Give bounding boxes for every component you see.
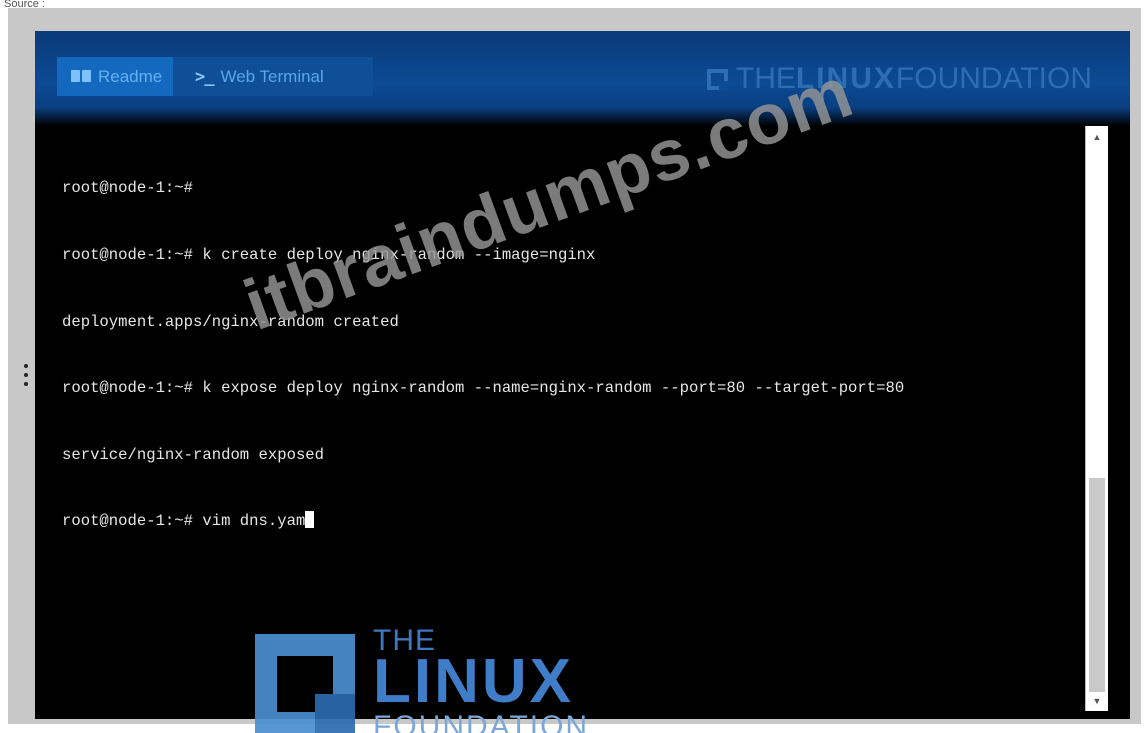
terminal-input-text: root@node-1:~# vim dns.yam [62, 512, 306, 531]
logo-square-icon [255, 634, 355, 733]
resize-handle[interactable] [23, 364, 29, 386]
scroll-thumb[interactable] [1089, 478, 1105, 692]
book-icon [71, 69, 91, 84]
scroll-up-arrow-icon[interactable]: ▲ [1086, 129, 1108, 145]
terminal-current-line[interactable]: root@node-1:~# vim dns.yam [62, 510, 904, 532]
logo-square-icon [706, 68, 728, 90]
terminal-line: service/nginx-random exposed [62, 445, 325, 464]
linux-foundation-watermark-logo: THE LINUX FOUNDATION [255, 628, 655, 733]
terminal-scrollbar[interactable]: ▲ ▼ [1085, 126, 1108, 711]
tab-web-terminal-label: Web Terminal [220, 66, 324, 86]
terminal-line: root@node-1:~# k expose deploy nginx-ran… [62, 379, 905, 398]
exam-app: Readme >_ Web Terminal THE LINUX FOUNDAT… [35, 31, 1130, 719]
terminal-line: deployment.apps/nginx-random created [62, 312, 399, 331]
scroll-down-arrow-icon[interactable]: ▼ [1086, 693, 1108, 709]
terminal-prompt-icon: >_ [195, 66, 215, 87]
tab-readme[interactable]: Readme [57, 57, 173, 96]
app-header: Readme >_ Web Terminal THE LINUX FOUNDAT… [35, 31, 1130, 126]
watermark-logo-foundation: FOUNDATION [373, 710, 590, 733]
tab-bar: Readme >_ Web Terminal [57, 57, 373, 96]
tab-readme-label: Readme [98, 66, 163, 86]
watermark-logo-linux: LINUX [373, 647, 574, 716]
tab-web-terminal[interactable]: >_ Web Terminal [173, 57, 373, 96]
logo-foundation: FOUNDATION [895, 62, 1092, 95]
terminal-cursor [305, 511, 315, 529]
